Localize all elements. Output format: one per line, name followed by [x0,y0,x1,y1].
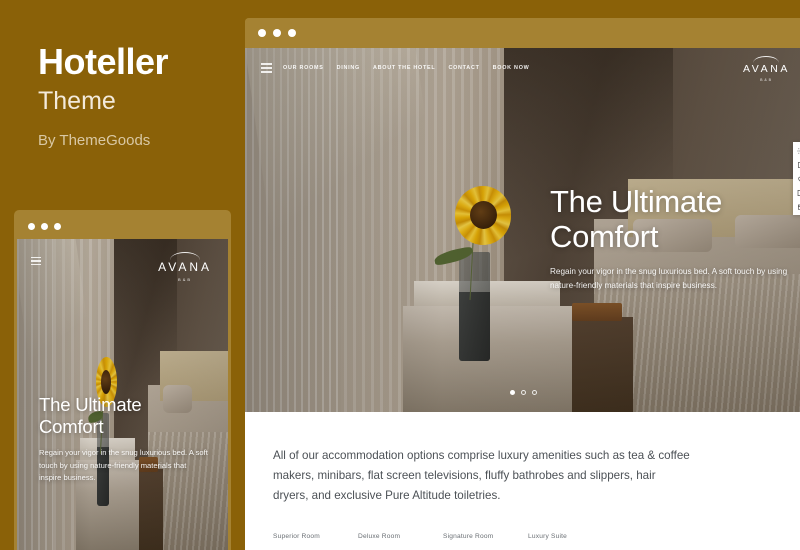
page-byline: By ThemeGoods [38,132,151,149]
nav-item-book-now[interactable]: BOOK NOW [493,65,530,71]
hero-copy: The Ultimate Comfort Regain your vigor i… [550,184,790,293]
columns-icon[interactable] [796,188,800,197]
mobile-logo-arc-icon [170,252,201,260]
logo-tagline: B&B [760,77,773,82]
mobile-titlebar [17,213,228,239]
mobile-window-dot-maximize[interactable] [54,222,61,230]
mobile-hamburger-icon[interactable] [31,257,41,266]
hero-paragraph: Regain your vigor in the snug luxurious … [550,267,788,290]
mobile-window-dot-close[interactable] [28,222,35,230]
hero-section: OUR ROOMS DINING ABOUT THE HOTEL CONTACT… [245,48,800,412]
hamburger-icon[interactable] [261,63,272,73]
slider-pagination [510,390,537,395]
mobile-window-dot-minimize[interactable] [41,222,48,230]
desktop-viewport: OUR ROOMS DINING ABOUT THE HOTEL CONTACT… [245,48,800,550]
room-type-luxury-suite[interactable]: Luxury Suite [528,533,613,540]
hero-heading-line-2: Comfort [550,218,659,254]
hero-heading-line-1: The Ultimate [550,184,723,219]
page-title: Hoteller [38,41,169,82]
logo-name: AVANA [742,63,790,75]
slider-dot-1[interactable] [510,390,515,395]
window-dot-maximize[interactable] [288,29,296,37]
nav-item-our-rooms[interactable]: OUR ROOMS [283,65,324,71]
mobile-hero-copy: The Ultimate Comfort Regain your vigor i… [39,394,209,484]
mobile-hero-heading-line-2: Comfort [39,415,104,437]
mobile-viewport: AVANA B&B The Ultimate Comfort Regain yo… [17,239,228,550]
window-dot-minimize[interactable] [273,29,281,37]
mobile-navigation: AVANA B&B [17,239,228,283]
nav-item-dining[interactable]: DINING [337,65,360,71]
amenities-paragraph: All of our accommodation options compris… [273,449,690,502]
slider-dot-2[interactable] [521,390,526,395]
page-subtitle: Theme [38,87,116,115]
desktop-browser-window: OUR ROOMS DINING ABOUT THE HOTEL CONTACT… [245,18,800,550]
mobile-hero-heading: The Ultimate Comfort [39,394,209,437]
site-navigation: OUR ROOMS DINING ABOUT THE HOTEL CONTACT… [245,48,800,88]
gear-icon[interactable] [796,146,800,155]
desktop-titlebar [245,18,800,48]
mobile-hero-paragraph: Regain your vigor in the snug luxurious … [39,448,208,482]
room-type-signature[interactable]: Signature Room [443,533,528,540]
promo-block: Hoteller Theme By ThemeGoods [38,41,238,149]
heart-icon[interactable] [796,174,800,183]
mobile-logo-name: AVANA [158,260,212,274]
window-dot-close[interactable] [258,29,266,37]
site-logo[interactable]: AVANA B&B [743,56,790,82]
nav-item-contact[interactable]: CONTACT [448,65,479,71]
cart-icon[interactable] [796,202,800,211]
nav-links: OUR ROOMS DINING ABOUT THE HOTEL CONTACT… [283,65,529,71]
mobile-logo-tagline: B&B [178,277,193,282]
room-type-superior[interactable]: Superior Room [273,533,358,540]
hero-heading: The Ultimate Comfort [550,184,790,254]
slider-dot-3[interactable] [532,390,537,395]
mobile-site-logo[interactable]: AVANA B&B [158,252,212,282]
content-section: All of our accommodation options compris… [245,412,800,550]
floating-toolbar [793,142,800,215]
mobile-browser-window: AVANA B&B The Ultimate Comfort Regain yo… [14,210,231,550]
room-type-list: Superior Room Deluxe Room Signature Room… [273,533,780,540]
logo-arc-icon [753,56,780,63]
mobile-hero-heading-line-1: The Ultimate [39,394,142,415]
room-type-deluxe[interactable]: Deluxe Room [358,533,443,540]
nav-item-about-the-hotel[interactable]: ABOUT THE HOTEL [373,65,435,71]
square-icon[interactable] [796,160,800,169]
